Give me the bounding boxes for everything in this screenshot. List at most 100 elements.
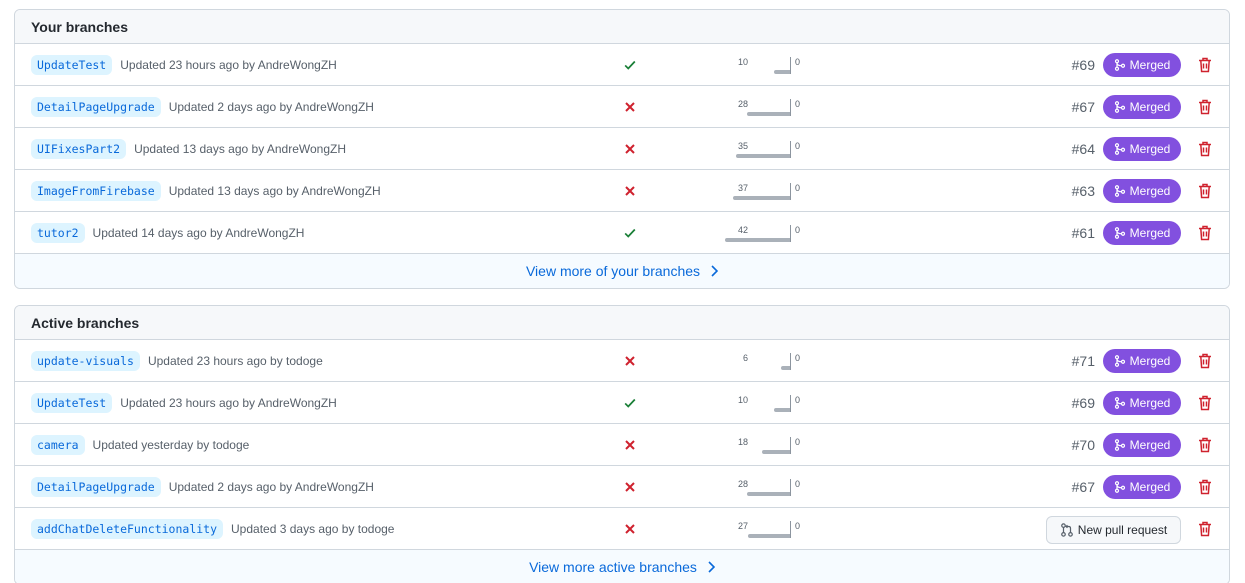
- ahead-behind-divider: [790, 353, 791, 370]
- merged-badge[interactable]: Merged: [1103, 179, 1181, 203]
- chevron-right-icon: [708, 561, 715, 573]
- branch-name-link[interactable]: addChatDeleteFunctionality: [31, 518, 224, 539]
- branch-row: UIFixesPart2 Updated 13 days ago by Andre…: [15, 128, 1229, 170]
- ahead-count: 0: [795, 99, 801, 109]
- pull-request-number-link[interactable]: #64: [1072, 128, 1095, 169]
- x-icon: [625, 439, 635, 450]
- trash-icon: [1199, 57, 1211, 72]
- delete-branch-button[interactable]: [1198, 128, 1212, 169]
- merged-badge[interactable]: Merged: [1103, 53, 1181, 77]
- x-icon: [625, 143, 635, 154]
- ahead-count: 0: [795, 353, 801, 363]
- branch-name-link[interactable]: update-visuals: [31, 350, 140, 371]
- git-merge-icon: [1114, 59, 1125, 71]
- merged-badge[interactable]: Merged: [1103, 349, 1181, 373]
- branch-updated-text: Updated 13 days ago by AndreWongZH: [134, 141, 347, 156]
- merged-label: Merged: [1129, 58, 1171, 72]
- ci-status[interactable]: [622, 382, 638, 423]
- branch-name-link[interactable]: camera: [31, 434, 85, 455]
- pull-request-number-link[interactable]: #67: [1072, 86, 1095, 127]
- behind-bar: [747, 492, 790, 496]
- branch-updated-text: Updated 14 days ago by AndreWongZH: [92, 225, 305, 240]
- git-merge-icon: [1114, 101, 1125, 113]
- delete-branch-button[interactable]: [1198, 340, 1212, 381]
- trash-icon: [1199, 521, 1211, 536]
- ahead-count: 0: [795, 183, 801, 193]
- git-merge-icon: [1114, 439, 1125, 451]
- pull-request-number-link[interactable]: #61: [1072, 212, 1095, 253]
- branch-name-link[interactable]: UpdateTest: [31, 392, 113, 413]
- branch-info: ImageFromFirebase Updated 13 days ago by …: [31, 170, 381, 211]
- view-more-your-branches-link[interactable]: View more of your branches: [15, 254, 1229, 288]
- merged-badge[interactable]: Merged: [1103, 433, 1181, 457]
- branch-name-link[interactable]: UpdateTest: [31, 54, 113, 75]
- branch-info: DetailPageUpgrade Updated 2 days ago by A…: [31, 86, 374, 127]
- merged-label: Merged: [1129, 100, 1171, 114]
- merged-badge[interactable]: Merged: [1103, 95, 1181, 119]
- ci-status[interactable]: [622, 466, 638, 507]
- pull-request-number-link[interactable]: #71: [1072, 340, 1095, 381]
- branch-row: camera Updated yesterday by todoge 18 0 #70 M…: [15, 424, 1229, 466]
- ci-status[interactable]: [622, 86, 638, 127]
- check-icon: [624, 60, 636, 70]
- trash-icon: [1199, 395, 1211, 410]
- ci-status[interactable]: [622, 128, 638, 169]
- delete-branch-button[interactable]: [1198, 170, 1212, 211]
- branch-updated-text: Updated 3 days ago by todoge: [231, 521, 395, 536]
- merged-label: Merged: [1129, 354, 1171, 368]
- pull-request-number-link[interactable]: #70: [1072, 424, 1095, 465]
- delete-branch-button[interactable]: [1198, 508, 1212, 549]
- ahead-count: 0: [795, 57, 801, 67]
- pull-request-number-link[interactable]: #63: [1072, 170, 1095, 211]
- ahead-behind-graph: 28 0: [675, 466, 835, 507]
- branch-info: addChatDeleteFunctionality Updated 3 days…: [31, 508, 394, 549]
- ahead-behind-divider: [790, 225, 791, 242]
- pull-request-number-link[interactable]: #67: [1072, 466, 1095, 507]
- delete-branch-button[interactable]: [1198, 466, 1212, 507]
- ci-status[interactable]: [622, 508, 638, 549]
- ahead-count: 0: [795, 395, 801, 405]
- merged-badge[interactable]: Merged: [1103, 221, 1181, 245]
- new-pull-request-label: New pull request: [1077, 523, 1168, 537]
- branch-name-link[interactable]: DetailPageUpgrade: [31, 96, 161, 117]
- view-more-active-branches-link[interactable]: View more active branches: [15, 550, 1229, 583]
- branch-row: DetailPageUpgrade Updated 2 days ago by A…: [15, 86, 1229, 128]
- trash-icon: [1199, 437, 1211, 452]
- merged-badge[interactable]: Merged: [1103, 391, 1181, 415]
- branch-info: camera Updated yesterday by todoge: [31, 424, 249, 465]
- git-merge-icon: [1114, 185, 1125, 197]
- behind-count: 6: [742, 353, 748, 363]
- new-pull-request-button[interactable]: New pull request: [1046, 516, 1181, 544]
- pull-request-number-link[interactable]: #69: [1072, 382, 1095, 423]
- merged-badge[interactable]: Merged: [1103, 475, 1181, 499]
- pull-request-number-link[interactable]: #69: [1072, 44, 1095, 85]
- branch-name-link[interactable]: UIFixesPart2: [31, 138, 127, 159]
- behind-bar: [774, 408, 790, 412]
- branch-name-link[interactable]: ImageFromFirebase: [31, 180, 161, 201]
- ci-status[interactable]: [622, 424, 638, 465]
- branch-updated-text: Updated 23 hours ago by AndreWongZH: [120, 57, 337, 72]
- behind-count: 42: [737, 225, 748, 235]
- behind-bar: [781, 366, 790, 370]
- ci-status[interactable]: [622, 340, 638, 381]
- ci-status[interactable]: [622, 170, 638, 211]
- delete-branch-button[interactable]: [1198, 86, 1212, 127]
- ci-status[interactable]: [622, 212, 638, 253]
- ahead-behind-graph: 27 0: [675, 508, 835, 549]
- merged-badge[interactable]: Merged: [1103, 137, 1181, 161]
- merged-label: Merged: [1129, 184, 1171, 198]
- ahead-behind-graph: 10 0: [675, 44, 835, 85]
- delete-branch-button[interactable]: [1198, 424, 1212, 465]
- ahead-behind-divider: [790, 521, 791, 538]
- ahead-behind-graph: 10 0: [675, 382, 835, 423]
- branch-name-link[interactable]: tutor2: [31, 222, 85, 243]
- delete-branch-button[interactable]: [1198, 44, 1212, 85]
- branch-name-link[interactable]: DetailPageUpgrade: [31, 476, 161, 497]
- x-icon: [625, 101, 635, 112]
- git-pull-request-icon: [1060, 523, 1073, 537]
- your-branches-header: Your branches: [15, 10, 1229, 44]
- ci-status[interactable]: [622, 44, 638, 85]
- your-branches-title: Your branches: [31, 18, 128, 35]
- delete-branch-button[interactable]: [1198, 382, 1212, 423]
- delete-branch-button[interactable]: [1198, 212, 1212, 253]
